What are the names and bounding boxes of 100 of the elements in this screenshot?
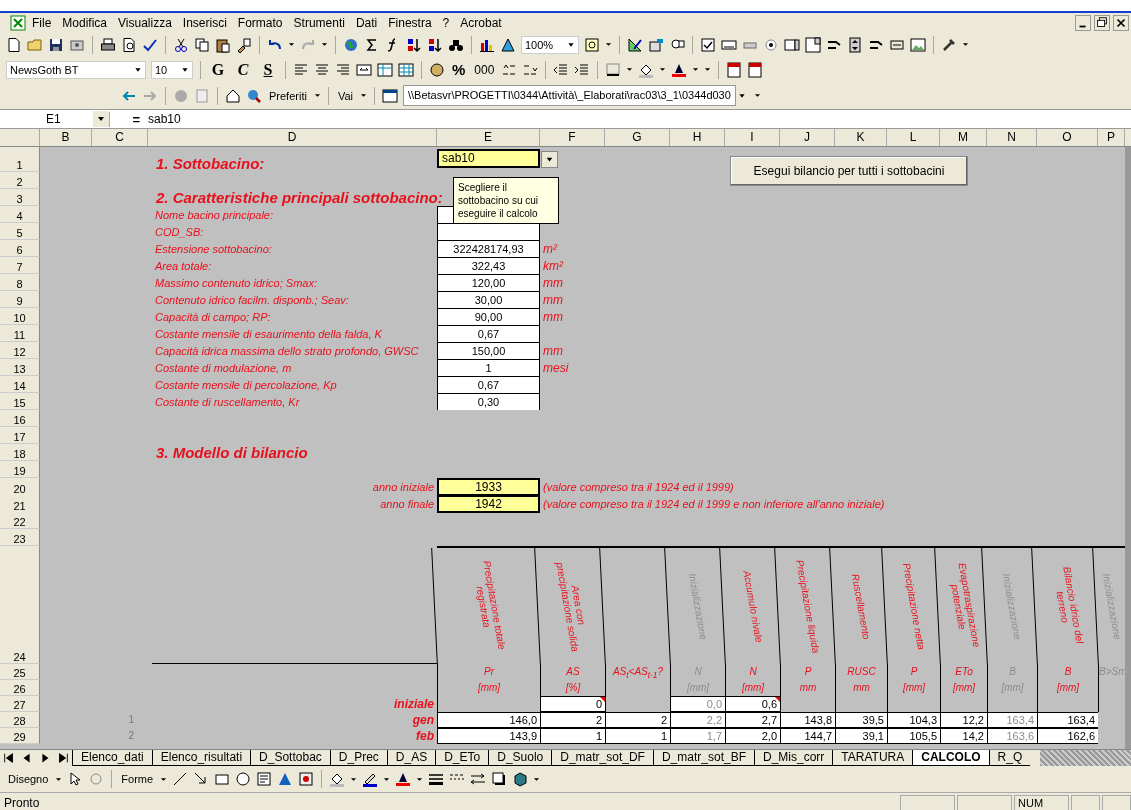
- row-number[interactable]: 2: [0, 172, 40, 189]
- row-number[interactable]: 10: [0, 308, 40, 325]
- dropdown-icon[interactable]: [93, 111, 109, 127]
- save-icon[interactable]: [48, 36, 64, 53]
- row-number[interactable]: 21: [0, 495, 40, 513]
- list-box-icon[interactable]: [784, 36, 800, 53]
- parameter-value[interactable]: 0,67: [437, 376, 540, 393]
- parameter-value[interactable]: 1: [437, 359, 540, 376]
- row-number[interactable]: 8: [0, 274, 40, 291]
- shapes-menu[interactable]: Forme: [119, 769, 156, 789]
- caret-icon[interactable]: [383, 776, 391, 782]
- caret-icon[interactable]: [288, 42, 295, 47]
- row-number[interactable]: 7: [0, 257, 40, 274]
- properties-icon[interactable]: [648, 36, 664, 53]
- column-header[interactable]: K: [835, 129, 887, 146]
- combo-box-icon[interactable]: [805, 36, 821, 53]
- align-center-icon[interactable]: [314, 61, 330, 78]
- column-header[interactable]: M: [940, 129, 987, 146]
- design-mode-icon[interactable]: [627, 36, 643, 53]
- merge-cells-icon[interactable]: [356, 61, 372, 78]
- sheet-tab[interactable]: Elenco_risultati: [151, 750, 251, 766]
- caret-icon[interactable]: [360, 93, 367, 98]
- formula-field[interactable]: sab10: [148, 112, 181, 126]
- brush-icon[interactable]: [236, 36, 252, 53]
- copy-icon[interactable]: [194, 36, 210, 53]
- column-header[interactable]: F: [540, 129, 605, 146]
- last-sheet-icon[interactable]: [56, 751, 70, 765]
- initial-value-cell[interactable]: 0,6: [725, 696, 780, 712]
- percent-button[interactable]: %: [450, 59, 468, 80]
- sheet-tab[interactable]: D_ETo: [435, 750, 489, 766]
- arrow-style-icon[interactable]: [470, 771, 487, 787]
- print-icon[interactable]: [100, 36, 116, 53]
- vertical-scrollbar[interactable]: [1125, 147, 1131, 749]
- column-header[interactable]: H: [670, 129, 725, 146]
- row-number[interactable]: 11: [0, 325, 40, 342]
- menu-item[interactable]: Acrobat: [455, 14, 507, 31]
- row-number[interactable]: 23: [0, 529, 40, 546]
- spinner-icon[interactable]: [847, 36, 863, 53]
- drawing-icon[interactable]: [500, 36, 516, 53]
- row-number[interactable]: 4: [0, 206, 40, 223]
- row-number[interactable]: 12: [0, 342, 40, 359]
- text-style-button[interactable]: G: [208, 59, 228, 80]
- draw-menu[interactable]: Disegno: [6, 769, 51, 789]
- table-icon[interactable]: [398, 61, 414, 78]
- clipart-icon[interactable]: [298, 771, 315, 787]
- caret-icon[interactable]: [533, 776, 541, 782]
- column-header[interactable]: E: [437, 129, 540, 146]
- row-number[interactable]: 24: [0, 546, 40, 664]
- initial-value-cell[interactable]: 0: [540, 696, 605, 712]
- menu-item[interactable]: Formato: [232, 14, 288, 31]
- row-number[interactable]: 9: [0, 291, 40, 308]
- parameter-value[interactable]: 322428174,93: [437, 240, 540, 257]
- row-number[interactable]: 25: [0, 664, 40, 680]
- text-style-button[interactable]: C: [233, 59, 253, 80]
- column-header[interactable]: G: [605, 129, 670, 146]
- oval-icon[interactable]: [235, 771, 252, 787]
- wordart-icon[interactable]: [277, 771, 294, 787]
- row-number[interactable]: 17: [0, 427, 40, 444]
- shadow-icon[interactable]: [491, 771, 508, 787]
- menu-item[interactable]: Dati: [350, 14, 383, 31]
- row-number[interactable]: 6: [0, 240, 40, 257]
- parameter-value[interactable]: 120,00: [437, 274, 540, 291]
- caret-icon[interactable]: [605, 42, 612, 47]
- borders-icon[interactable]: [605, 61, 622, 78]
- row-number[interactable]: 27: [0, 696, 40, 712]
- column-header[interactable]: D: [148, 129, 437, 146]
- home-icon[interactable]: [225, 87, 241, 104]
- favorites-menu[interactable]: Preferiti: [267, 85, 309, 106]
- row-number[interactable]: 3: [0, 189, 40, 206]
- text-box-icon[interactable]: [256, 771, 273, 787]
- column-header[interactable]: C: [92, 129, 148, 146]
- initial-value-cell[interactable]: 0,0: [670, 696, 725, 712]
- indent-icon[interactable]: [574, 61, 591, 78]
- thousands-button[interactable]: 000: [472, 59, 497, 80]
- table-icon[interactable]: [377, 61, 393, 78]
- sort-ascending-icon[interactable]: [406, 36, 422, 53]
- checkbox-icon[interactable]: [700, 36, 716, 53]
- fill-color-icon[interactable]: [329, 771, 346, 787]
- caret-icon[interactable]: [753, 93, 761, 98]
- year-field[interactable]: 1942: [437, 495, 540, 513]
- sheet-tab[interactable]: D_Sottobac: [250, 750, 330, 766]
- paste-icon[interactable]: [215, 36, 231, 53]
- horizontal-scrollbar[interactable]: [1040, 750, 1131, 766]
- align-right-icon[interactable]: [335, 61, 351, 78]
- column-header[interactable]: N: [987, 129, 1037, 146]
- radio-button-icon[interactable]: [763, 36, 779, 53]
- menu-item[interactable]: ?: [437, 14, 455, 31]
- row-number[interactable]: 18: [0, 444, 40, 461]
- row-number[interactable]: 5: [0, 223, 40, 240]
- sheet-tab[interactable]: D_Prec: [329, 750, 387, 766]
- image-icon[interactable]: [910, 36, 926, 53]
- first-sheet-icon[interactable]: [2, 751, 16, 765]
- row-number[interactable]: 26: [0, 680, 40, 696]
- sheet-tab[interactable]: D_Suolo: [488, 750, 552, 766]
- pdf-icon[interactable]: [726, 61, 743, 78]
- caret-icon[interactable]: [313, 93, 321, 98]
- menu-item[interactable]: Modifica: [57, 14, 113, 31]
- address-field[interactable]: \\Betasvr\PROGETTI\0344\Attività\_Elaborati\rac03\3_1\0344d030: [403, 85, 736, 106]
- new-document-icon[interactable]: [6, 36, 22, 53]
- cube-icon[interactable]: [512, 771, 529, 787]
